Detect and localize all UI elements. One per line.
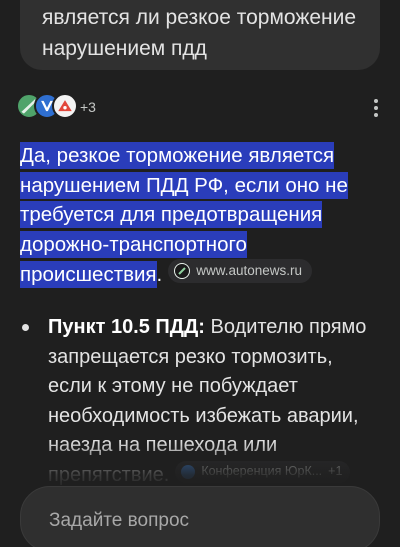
bullet-dot [22,324,29,331]
source-chip-conference[interactable]: Конференция ЮрК... +1 [175,460,351,483]
answer-trailing: . [156,263,163,286]
ai-answer-screen: является ли резкое торможение нарушением… [0,0,400,547]
globe-icon [181,464,196,479]
answer-paragraph: Да, резкое торможение является нарушение… [20,141,380,290]
source-chip-more: +1 [328,463,343,478]
source-chip-autonews[interactable]: www.autonews.ru [168,259,313,283]
sources-row[interactable]: +3 [16,93,386,121]
user-query-text: является ли резкое торможение нарушением… [42,6,357,60]
bullet-text: Пункт 10.5 ПДД: Водителю прямо запрещает… [48,313,382,490]
source-chip-label: www.autonews.ru [196,263,303,279]
link-icon [174,263,191,279]
bullet-title: Пункт 10.5 ПДД: [48,316,205,338]
ask-input[interactable] [47,507,351,535]
source-icon-3[interactable] [52,93,78,119]
ask-box[interactable] [20,486,380,547]
more-vert-icon[interactable] [366,97,386,119]
source-chip-conference-label: Конференция ЮрК... [201,463,323,478]
more-sources-count[interactable]: +3 [80,99,96,115]
